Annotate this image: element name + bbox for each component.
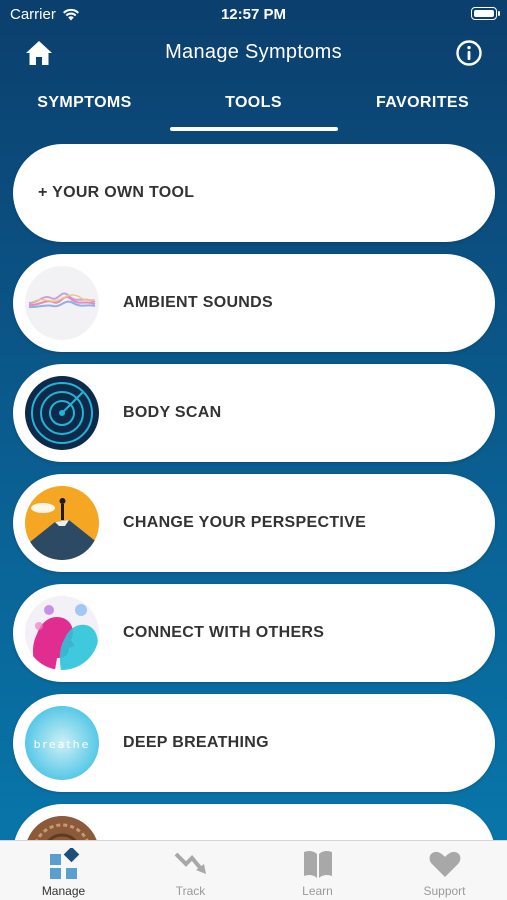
- tool-label: BODY SCAN: [123, 404, 222, 421]
- tool-item-ambient-sounds[interactable]: AMBIENT SOUNDS: [13, 254, 495, 352]
- info-icon: [456, 40, 482, 66]
- tool-label: DEEP BREATHING: [123, 734, 269, 751]
- tool-item-connect-with-others[interactable]: CONNECT WITH OTHERS: [13, 584, 495, 682]
- partial-tool-thumbnail: [25, 816, 99, 840]
- deep-breathing-thumbnail: breathe: [25, 706, 99, 780]
- tool-label: CONNECT WITH OTHERS: [123, 624, 325, 641]
- bottom-tab-bar: Manage Track Learn Support: [0, 840, 507, 900]
- tabbar-item-learn[interactable]: Learn: [254, 841, 381, 900]
- tab-tools[interactable]: TOOLS: [169, 94, 338, 112]
- tabbar-label: Support: [423, 884, 466, 898]
- page-title: Manage Symptoms: [165, 41, 342, 63]
- add-own-tool-label: + YOUR OWN TOOL: [38, 184, 195, 201]
- tabbar-item-track[interactable]: Track: [127, 841, 254, 900]
- track-icon: [174, 852, 206, 874]
- tool-item-partial[interactable]: [13, 804, 495, 840]
- tool-label: AMBIENT SOUNDS: [123, 294, 273, 311]
- tabbar-label: Track: [175, 884, 206, 898]
- info-button[interactable]: [455, 39, 483, 67]
- connect-others-thumbnail: [25, 596, 99, 670]
- status-time: 12:57 PM: [220, 6, 287, 23]
- tool-item-deep-breathing[interactable]: breathe DEEP BREATHING: [13, 694, 495, 792]
- segment-tabs: SYMPTOMS TOOLS FAVORITES: [0, 84, 507, 132]
- tab-favorites[interactable]: FAVORITES: [338, 94, 507, 112]
- add-own-tool-button[interactable]: + YOUR OWN TOOL: [13, 144, 495, 242]
- learn-icon: [303, 850, 332, 878]
- body-scan-thumbnail: [25, 376, 99, 450]
- breathe-text: breathe: [34, 738, 91, 751]
- status-bar: Carrier 12:57 PM: [0, 0, 507, 28]
- tabbar-item-manage[interactable]: Manage: [0, 841, 127, 900]
- battery-icon: [471, 7, 500, 20]
- tool-item-body-scan[interactable]: BODY SCAN: [13, 364, 495, 462]
- nav-bar: Manage Symptoms: [0, 30, 507, 76]
- tool-list: + YOUR OWN TOOL AMBIENT SOUNDS BODY SCAN…: [0, 144, 507, 840]
- tab-symptoms[interactable]: SYMPTOMS: [0, 94, 169, 112]
- tool-label: CHANGE YOUR PERSPECTIVE: [123, 514, 367, 531]
- tabbar-label: Learn: [302, 884, 333, 898]
- manage-icon: [49, 848, 79, 879]
- tabbar-item-support[interactable]: Support: [381, 841, 507, 900]
- support-icon: [429, 851, 460, 877]
- change-perspective-thumbnail: [25, 486, 99, 560]
- ambient-sounds-thumbnail: [25, 266, 99, 340]
- selected-tab-indicator: [170, 127, 338, 131]
- tabbar-label: Manage: [41, 884, 86, 898]
- tool-item-change-your-perspective[interactable]: CHANGE YOUR PERSPECTIVE: [13, 474, 495, 572]
